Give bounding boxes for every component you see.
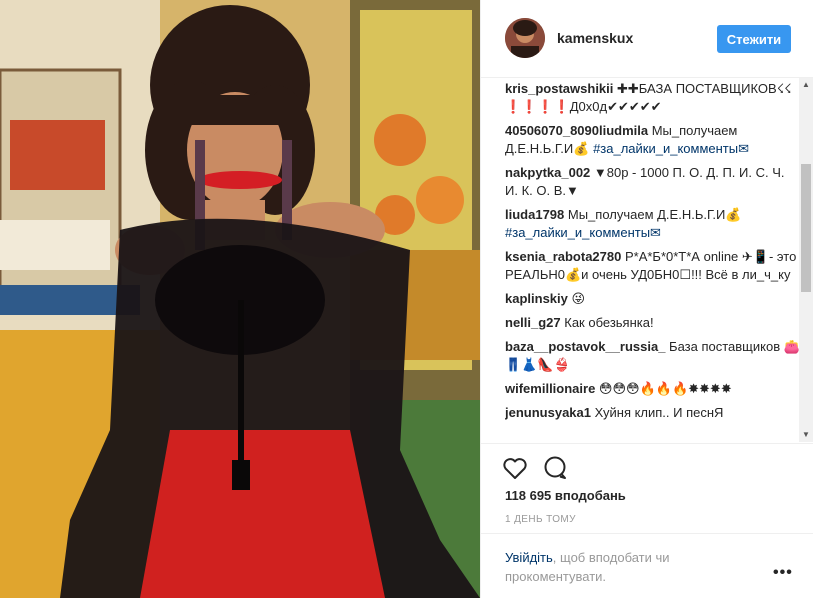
post-timestamp: 1 ДЕНЬ ТОМУ <box>505 514 576 525</box>
comment-item: kaplinskiy 😜 <box>505 290 801 308</box>
instagram-post: kamenskux Стежити kris_postawshikii ✚✚БА… <box>0 0 813 598</box>
comments-scrollbar[interactable]: ▲ ▼ <box>799 78 813 442</box>
comment-item: kris_postawshikii ✚✚БАЗА ПОСТАВЩИКОВ☇☇ ❗… <box>505 80 801 116</box>
post-photo-graphic <box>0 0 480 598</box>
follow-button[interactable]: Стежити <box>717 25 791 53</box>
login-link[interactable]: Увійдіть <box>505 550 553 565</box>
ellipsis-icon[interactable]: ••• <box>773 564 793 582</box>
comment-text: Хуйня клип.. И песнЯ <box>591 405 724 420</box>
comment-username[interactable]: 40506070_8090liudmila <box>505 123 648 138</box>
comment-item: jenunusyaka1 Хуйня клип.. И песнЯ <box>505 404 801 422</box>
comment-hashtag[interactable]: #за_лайки_и_комменты✉ <box>593 141 749 156</box>
comment-item: nakpytka_002 ▼80р - 1000 П. О. Д. П. И. … <box>505 164 801 200</box>
avatar[interactable] <box>505 18 545 58</box>
speech-bubble-icon[interactable] <box>541 454 569 482</box>
comment-username[interactable]: jenunusyaka1 <box>505 405 591 420</box>
scrollbar-thumb[interactable] <box>801 164 811 292</box>
likes-count[interactable]: 118 695 вподобань <box>505 488 626 503</box>
comment-text: Мы_получаем Д.Е.Н.Ь.Г.И💰 <box>564 207 742 222</box>
login-footer: Увійдіть, щоб вподобати чи прокоментуват… <box>481 533 813 598</box>
comment-text: Как обезьянка! <box>560 315 654 330</box>
comment-username[interactable]: baza__postavok__russia_ <box>505 339 665 354</box>
comment-item: ksenia_rabota2780 Р*А*Б*0*Т*А online ✈📱-… <box>505 248 801 284</box>
post-photo[interactable] <box>0 0 480 598</box>
comments-list[interactable]: kris_postawshikii ✚✚БАЗА ПОСТАВЩИКОВ☇☇ ❗… <box>505 80 801 442</box>
comment-item: 40506070_8090liudmila Мы_получаем Д.Е.Н.… <box>505 122 801 158</box>
comment-text: 😳😳😳🔥🔥🔥✸✸✸✸ <box>595 381 732 396</box>
comment-item: nelli_g27 Как обезьянка! <box>505 314 801 332</box>
post-header: kamenskux Стежити <box>481 0 813 78</box>
comment-item: baza__postavok__russia_ База поставщиков… <box>505 338 801 374</box>
heart-icon[interactable] <box>501 454 529 482</box>
post-sidebar: kamenskux Стежити kris_postawshikii ✚✚БА… <box>480 0 813 598</box>
scroll-up-arrow-icon[interactable]: ▲ <box>799 78 813 92</box>
post-author-username[interactable]: kamenskux <box>557 30 633 46</box>
comment-username[interactable]: nakpytka_002 <box>505 165 590 180</box>
comment-username[interactable]: nelli_g27 <box>505 315 561 330</box>
comment-username[interactable]: wifemillionaire <box>505 381 595 396</box>
comment-item: liuda1798 Мы_получаем Д.Е.Н.Ь.Г.И💰 #за_л… <box>505 206 801 242</box>
comment-username[interactable]: kris_postawshikii <box>505 81 613 96</box>
comment-item: wifemillionaire 😳😳😳🔥🔥🔥✸✸✸✸ <box>505 380 801 398</box>
scroll-down-arrow-icon[interactable]: ▼ <box>799 428 813 442</box>
comment-username[interactable]: ksenia_rabota2780 <box>505 249 621 264</box>
comment-hashtag[interactable]: #за_лайки_и_комменты✉ <box>505 225 661 240</box>
login-prompt: Увійдіть, щоб вподобати чи прокоментуват… <box>505 548 745 586</box>
comment-username[interactable]: kaplinskiy <box>505 291 568 306</box>
avatar-image <box>505 18 545 58</box>
comment-text: 😜 <box>567 291 586 306</box>
comment-username[interactable]: liuda1798 <box>505 207 564 222</box>
